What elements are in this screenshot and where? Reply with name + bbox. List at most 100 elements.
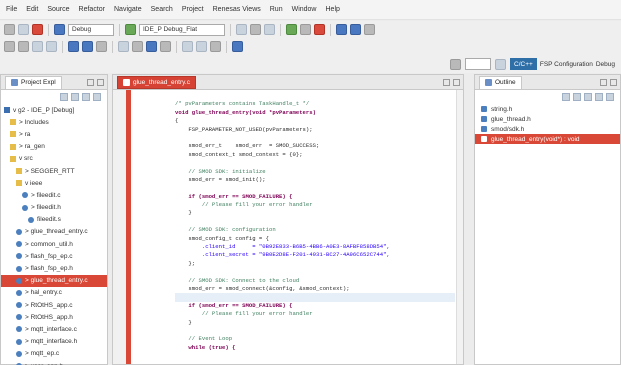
maximize-icon[interactable] [453, 78, 460, 86]
menu-item[interactable]: Navigate [114, 6, 142, 13]
perspective-debug[interactable]: Debug [596, 61, 615, 68]
code-line[interactable]: } [175, 319, 455, 327]
tree-item[interactable]: v ieee [1, 177, 107, 189]
tree-item[interactable]: v src [1, 153, 107, 165]
memory-icon[interactable] [132, 41, 143, 52]
search-icon[interactable] [264, 24, 275, 35]
tree-item[interactable]: > mqtt_interface.c [1, 323, 107, 335]
tree-item[interactable]: > ra [1, 128, 107, 140]
outline-item[interactable]: glue_thread.h [475, 114, 620, 124]
tree-item[interactable]: > RtOtHS_app.h [1, 311, 107, 323]
menu-item[interactable]: Edit [26, 6, 38, 13]
code-line[interactable] [175, 352, 455, 360]
menu-item[interactable]: Source [47, 6, 69, 13]
editor-body[interactable]: /* pvParameters contains TaskHandle_t */… [113, 90, 463, 364]
code-line[interactable]: smod_err = smod_connect(&config, &smod_c… [175, 285, 455, 293]
sort-icon[interactable] [562, 93, 570, 101]
back-icon[interactable] [182, 41, 193, 52]
tree-item[interactable]: > SEGGER_RTT [1, 165, 107, 177]
code-line[interactable]: if (smod_err == SMOD_FAILURE) { [175, 193, 455, 201]
maximize-icon[interactable] [97, 78, 104, 86]
build-icon[interactable] [54, 24, 65, 35]
tree-item[interactable]: > flash_fsp_ep.h [1, 262, 107, 274]
open-element-icon[interactable] [82, 41, 93, 52]
code-line[interactable]: if (smod_err == SMOD_FAILURE) { [175, 302, 455, 310]
minimize-icon[interactable] [600, 78, 607, 86]
code-line[interactable] [175, 327, 455, 335]
code-line[interactable]: smod_err_t smod_err = SMOD_SUCCESS; [175, 142, 455, 150]
tree-item[interactable]: fileedit.s [1, 214, 107, 226]
quick-access-input[interactable] [465, 58, 492, 70]
code-line[interactable]: .client_id = "0B92E833-B6B5-4BB6-A0E3-8A… [175, 243, 455, 251]
menu-item[interactable]: Refactor [79, 6, 105, 13]
menu-item[interactable]: Run [270, 6, 283, 13]
code-line[interactable]: // Event Loop [175, 335, 455, 343]
code-line[interactable]: // SMOD SDK: configuration [175, 226, 455, 234]
terminate-icon[interactable] [314, 24, 325, 35]
maximize-icon[interactable] [610, 78, 617, 86]
code-line[interactable]: FSP_PARAMETER_NOT_USED(pvParameters); [175, 126, 455, 134]
menu-item[interactable]: Window [292, 6, 317, 13]
external-tools-icon[interactable] [250, 24, 261, 35]
forward-icon[interactable] [196, 41, 207, 52]
open-perspective-icon[interactable] [495, 58, 507, 70]
code-line[interactable] [175, 293, 455, 302]
code-line[interactable]: smod_config_t config = { [175, 235, 455, 243]
registers-icon[interactable] [146, 41, 157, 52]
menu-item[interactable]: Renesas Views [213, 6, 261, 13]
code-line[interactable] [175, 361, 455, 365]
code-line[interactable]: } [175, 209, 455, 217]
perspective-fsp-config[interactable]: FSP Configuration [540, 61, 593, 68]
step-over-icon[interactable] [350, 24, 361, 35]
save-icon[interactable] [18, 24, 29, 35]
launch-target-select[interactable]: IDE_P Debug_Flat [139, 23, 225, 36]
stop-icon[interactable] [32, 24, 43, 35]
minimize-icon[interactable] [443, 78, 450, 86]
filter-icon[interactable] [82, 93, 90, 101]
hide-macros-icon[interactable] [595, 93, 603, 101]
pin-icon[interactable] [232, 41, 243, 52]
code-line[interactable]: .client_secret = "9B0E2D8E-F201-4931-BC2… [175, 251, 455, 259]
code-line[interactable] [175, 92, 455, 100]
tab-outline[interactable]: Outline [479, 75, 522, 89]
run-icon[interactable] [236, 24, 247, 35]
code-line[interactable] [175, 268, 455, 276]
tree-item[interactable]: > hal_entry.c [1, 287, 107, 299]
tree-item[interactable]: > mqtt_interface.h [1, 336, 107, 348]
editor-gutter[interactable] [113, 90, 126, 364]
tree-item[interactable]: > flash_fsp_ep.c [1, 250, 107, 262]
tree-item[interactable]: > common_util.h [1, 238, 107, 250]
code-line[interactable]: // SMOD SDK: initialize [175, 168, 455, 176]
code-line[interactable]: // Please fill your error handler [175, 201, 455, 209]
outline-item[interactable]: glue_thread_entry(void*) : void [475, 134, 620, 144]
code-line[interactable] [175, 184, 455, 192]
code-line[interactable]: while (true) { [175, 344, 455, 352]
code-line[interactable]: /* pvParameters contains TaskHandle_t */ [175, 100, 455, 108]
open-type-icon[interactable] [68, 41, 79, 52]
outline-item[interactable]: string.h [475, 104, 620, 114]
resume-icon[interactable] [286, 24, 297, 35]
code-line[interactable]: // SMOD SDK: Connect to the cloud [175, 277, 455, 285]
code-area[interactable]: /* pvParameters contains TaskHandle_t */… [135, 90, 455, 364]
tree-item[interactable]: > mqtt_ep.c [1, 348, 107, 360]
menu-item[interactable]: Help [326, 6, 340, 13]
debug-icon[interactable] [125, 24, 136, 35]
tab-project-explorer[interactable]: Project Expl [5, 75, 62, 89]
toggle-mark-icon[interactable] [32, 41, 43, 52]
tree-item[interactable]: > user_app.h [1, 360, 107, 365]
menu-item[interactable]: File [6, 6, 17, 13]
code-line[interactable]: smod_context_t smod_context = {0}; [175, 151, 455, 159]
hide-fields-icon[interactable] [573, 93, 581, 101]
code-line[interactable]: void glue_thread_entry(void *pvParameter… [175, 109, 455, 117]
last-edit-icon[interactable] [210, 41, 221, 52]
code-line[interactable] [175, 134, 455, 142]
tree-item[interactable]: > fileedit.h [1, 202, 107, 214]
code-line[interactable]: // Please fill your error handler [175, 310, 455, 318]
tab-editor-file[interactable]: glue_thread_entry.c [117, 75, 196, 89]
tree-item[interactable]: > Includes [1, 116, 107, 128]
link-editor-icon[interactable] [71, 93, 79, 101]
tree-item[interactable]: > fileedit.c [1, 189, 107, 201]
debug-settings-icon[interactable] [96, 41, 107, 52]
step-into-icon[interactable] [336, 24, 347, 35]
next-annotation-icon[interactable] [18, 41, 29, 52]
